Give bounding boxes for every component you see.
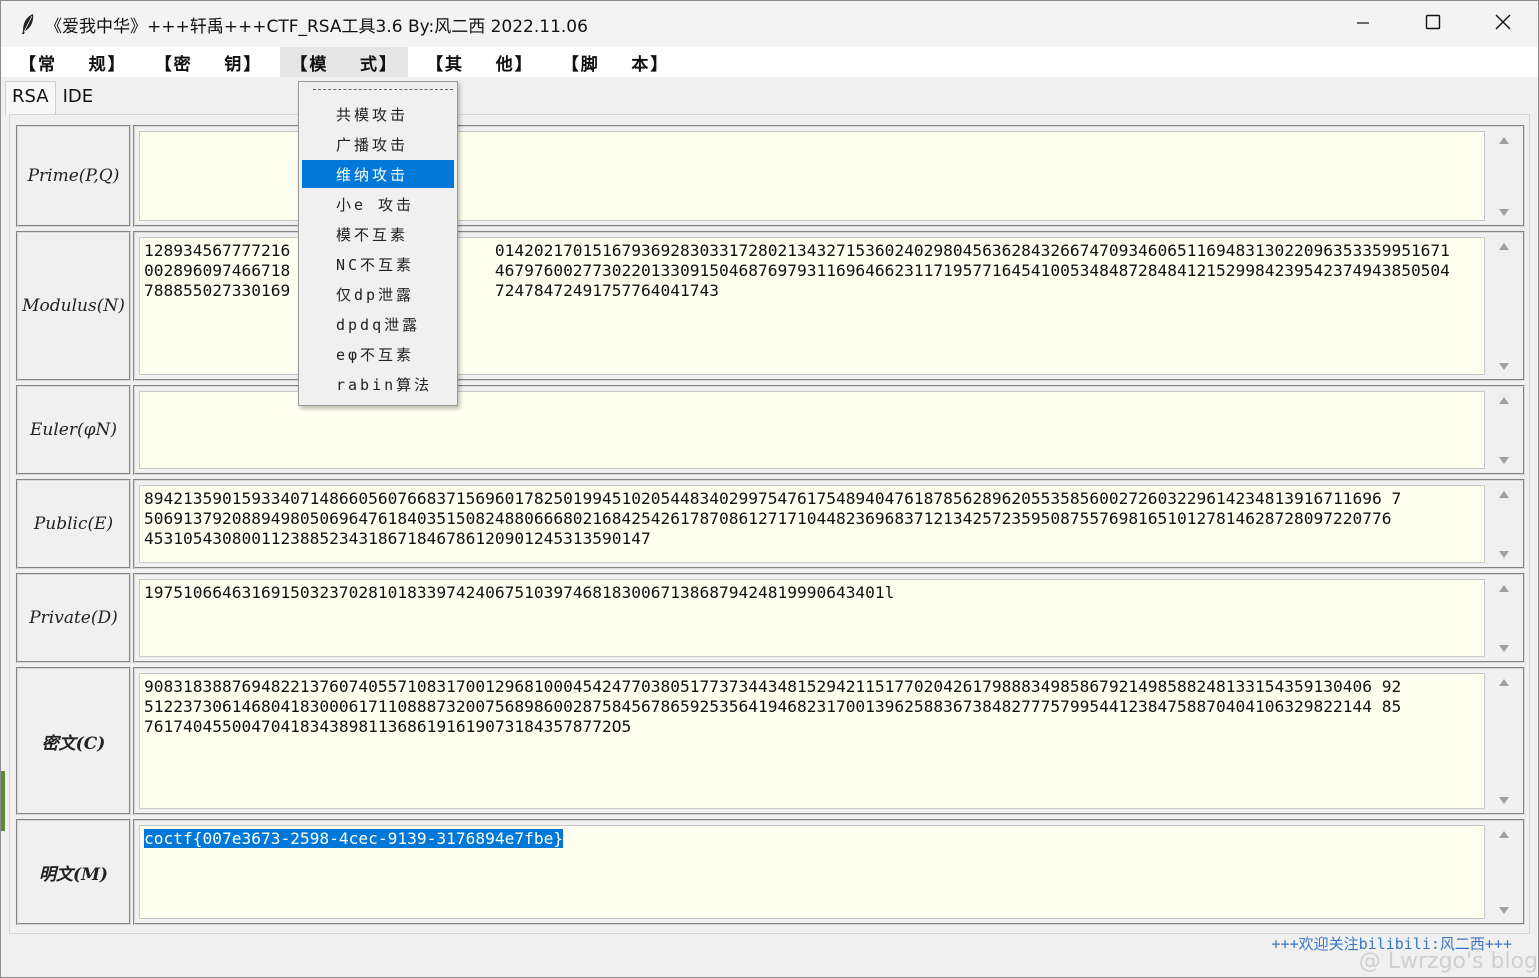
scroll-up-icon[interactable]: [1497, 241, 1511, 251]
menu-bar: 【常 规】 【密 钥】 【模 式】 【其 他】 【脚 本】: [1, 47, 1538, 77]
public-label: Public(E): [16, 479, 131, 569]
mode-common-modulus-attack[interactable]: 共模攻击: [302, 100, 454, 128]
mode-broadcast-attack[interactable]: 广播攻击: [302, 130, 454, 158]
public-box: 8942135901593340714866056076683715696017…: [133, 479, 1525, 569]
plain-label: 明文(M): [16, 819, 131, 925]
scroll-up-icon[interactable]: [1497, 489, 1511, 499]
scroll-up-icon[interactable]: [1497, 135, 1511, 145]
row-modulus: Modulus(N) 128934567777216 0142021701516…: [16, 231, 1525, 381]
private-box: 1975106646316915032370281018339742406751…: [133, 573, 1525, 663]
window-title: 《爱我中华》+++轩禹+++CTF_RSA工具3.6 By:风二西 2022.1…: [45, 16, 588, 37]
maximize-icon: [1425, 14, 1441, 34]
scroll-up-icon[interactable]: [1497, 829, 1511, 839]
row-prime: Prime(P,Q): [16, 125, 1525, 227]
mode-dp-leak[interactable]: 仅dp泄露: [302, 280, 454, 308]
app-window: 《爱我中华》+++轩禹+++CTF_RSA工具3.6 By:风二西 2022.1…: [0, 0, 1539, 978]
scroll-down-icon[interactable]: [1497, 795, 1511, 805]
plain-selected-text: coctf{007e3673-2598-4cec-9139-3176894e7f…: [144, 829, 564, 848]
scroll-down-icon[interactable]: [1497, 207, 1511, 217]
watermark: @ Lwrzgo's blog: [1358, 949, 1538, 974]
maximize-button[interactable]: [1398, 1, 1468, 47]
scroll-down-icon[interactable]: [1497, 549, 1511, 559]
mode-nc-not-coprime[interactable]: NC不互素: [302, 250, 454, 278]
mode-modulus-not-coprime[interactable]: 模不互素: [302, 220, 454, 248]
row-private: Private(D) 19751066463169150323702810183…: [16, 573, 1525, 663]
feather-icon: [17, 13, 39, 35]
minimize-icon: [1356, 15, 1370, 34]
modulus-label: Modulus(N): [16, 231, 131, 381]
title-bar[interactable]: 《爱我中华》+++轩禹+++CTF_RSA工具3.6 By:风二西 2022.1…: [1, 1, 1538, 47]
menu-script[interactable]: 【脚 本】: [552, 47, 680, 77]
mode-dpdq-leak[interactable]: dpdq泄露: [302, 310, 454, 338]
scroll-down-icon[interactable]: [1497, 905, 1511, 915]
plain-textarea[interactable]: coctf{007e3673-2598-4cec-9139-3176894e7f…: [139, 825, 1485, 919]
row-cipher: 密文(C) 9083183887694822137607405571083170…: [16, 667, 1525, 815]
cipher-box: 9083183887694822137607405571083170012968…: [133, 667, 1525, 815]
cipher-textarea[interactable]: 9083183887694822137607405571083170012968…: [139, 673, 1485, 809]
row-plain: 明文(M) coctf{007e3673-2598-4cec-9139-3176…: [16, 819, 1525, 925]
close-icon: [1495, 14, 1511, 34]
public-textarea[interactable]: 8942135901593340714866056076683715696017…: [139, 485, 1485, 563]
tearoff-line[interactable]: [313, 89, 453, 90]
scroll-down-icon[interactable]: [1497, 643, 1511, 653]
tab-rsa[interactable]: RSA: [5, 81, 56, 115]
mode-e-phi-not-coprime[interactable]: eφ不互素: [302, 340, 454, 368]
private-label: Private(D): [16, 573, 131, 663]
mode-wiener-attack[interactable]: 维纳攻击: [302, 160, 454, 188]
prime-label: Prime(P,Q): [16, 125, 131, 227]
scroll-up-icon[interactable]: [1497, 677, 1511, 687]
menu-other[interactable]: 【其 他】: [416, 47, 544, 77]
minimize-button[interactable]: [1328, 1, 1398, 47]
row-euler: Euler(φN): [16, 385, 1525, 475]
menu-mode[interactable]: 【模 式】: [280, 47, 409, 77]
mode-dropdown-menu: 共模攻击 广播攻击 维纳攻击 小e 攻击 模不互素 NC不互素 仅dp泄露 dp…: [298, 81, 458, 406]
plain-box: coctf{007e3673-2598-4cec-9139-3176894e7f…: [133, 819, 1525, 925]
private-textarea[interactable]: 1975106646316915032370281018339742406751…: [139, 579, 1485, 657]
side-edge-decoration: [1, 771, 5, 831]
euler-label: Euler(φN): [16, 385, 131, 475]
mode-small-e-attack[interactable]: 小e 攻击: [302, 190, 454, 218]
row-public: Public(E) 894213590159334071486605607668…: [16, 479, 1525, 569]
tab-strip: RSA IDE: [5, 81, 100, 115]
close-button[interactable]: [1468, 1, 1538, 47]
menu-key[interactable]: 【密 钥】: [145, 47, 273, 77]
mode-rabin[interactable]: rabin算法: [302, 370, 454, 398]
scroll-up-icon[interactable]: [1497, 395, 1511, 405]
scroll-down-icon[interactable]: [1497, 455, 1511, 465]
scroll-down-icon[interactable]: [1497, 361, 1511, 371]
rsa-panel: Prime(P,Q) Modulus(N) 128934567777216 01…: [9, 114, 1530, 934]
scroll-up-icon[interactable]: [1497, 583, 1511, 593]
menu-general[interactable]: 【常 规】: [9, 47, 137, 77]
tab-ide[interactable]: IDE: [56, 81, 101, 113]
cipher-label: 密文(C): [16, 667, 131, 815]
